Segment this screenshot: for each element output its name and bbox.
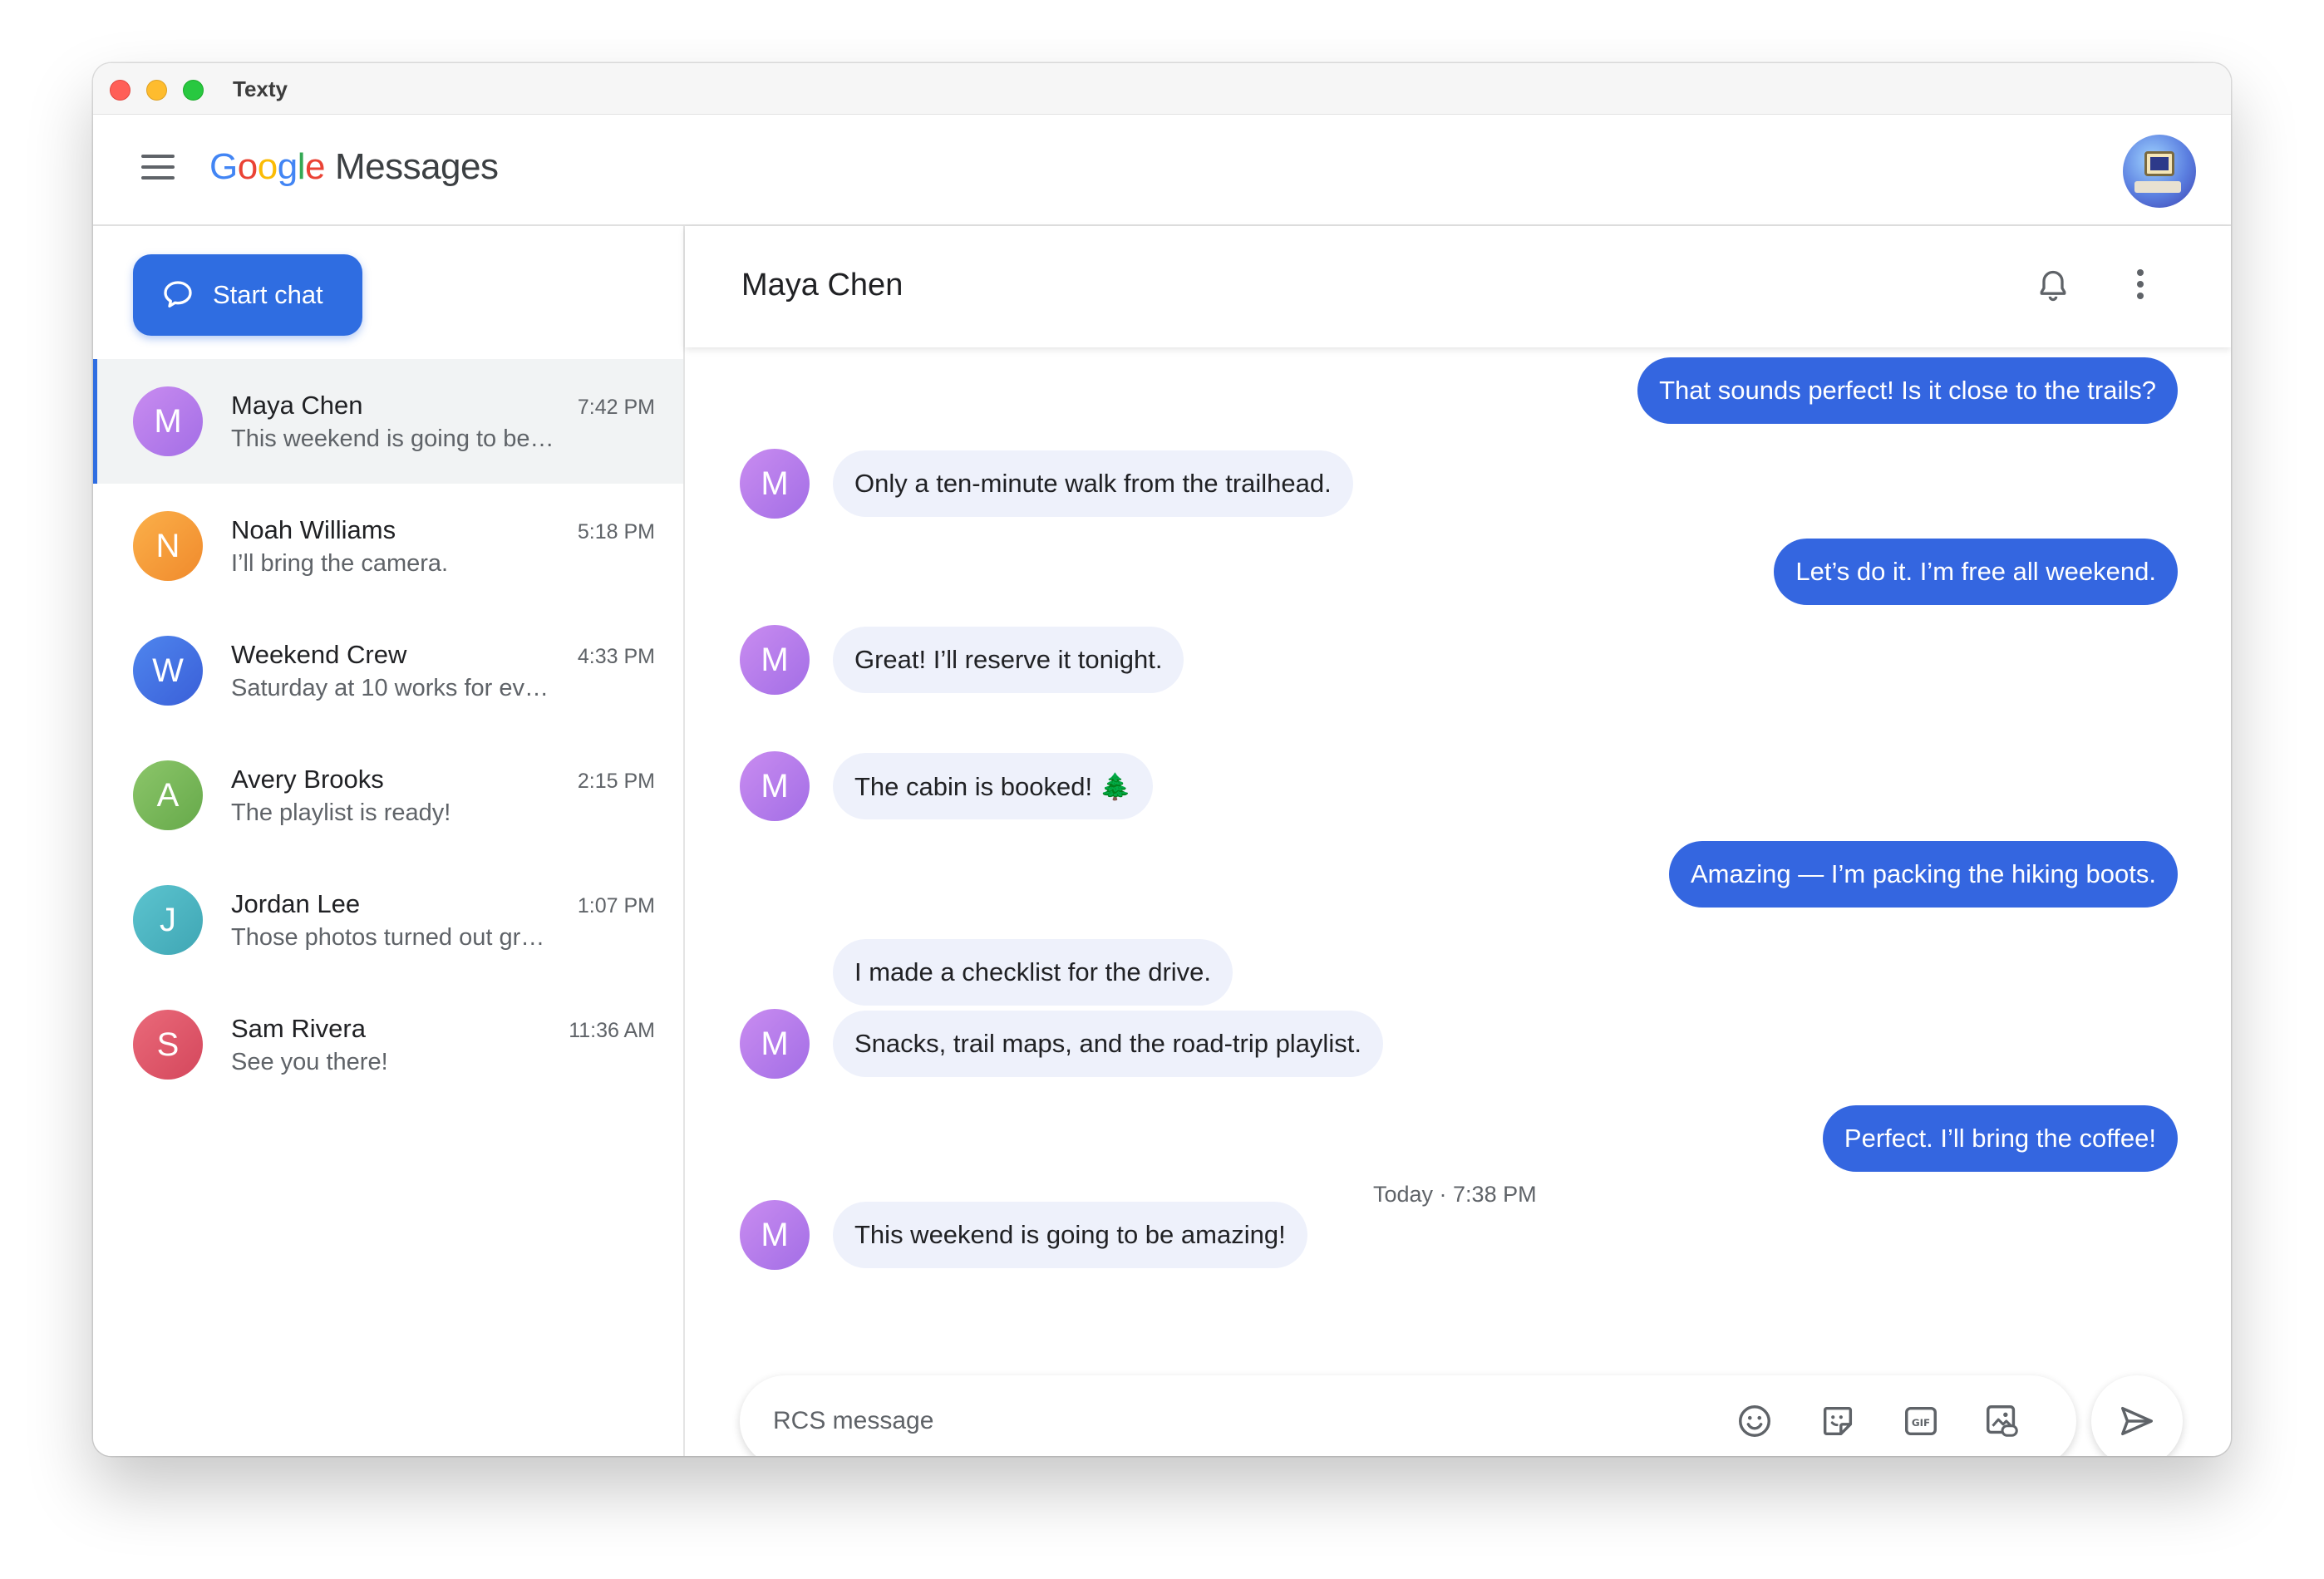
message-input[interactable] [773, 1399, 1654, 1444]
conversation-sidebar: Start chat M Maya Chen This weekend is g… [93, 226, 685, 1456]
conversation-name: Maya Chen [231, 391, 363, 420]
contact-avatar: M [740, 1200, 810, 1270]
incoming-message[interactable]: The cabin is booked! 🌲 [833, 753, 1154, 819]
incoming-message[interactable]: Snacks, trail maps, and the road-trip pl… [833, 1011, 1383, 1077]
conversation-item[interactable]: N Noah Williams I’ll bring the camera. 5… [93, 484, 683, 608]
conversation-preview: Saturday at 10 works for everyone. [231, 675, 557, 701]
conversation-preview: I’ll bring the camera. [231, 550, 449, 577]
outgoing-message[interactable]: That sounds perfect! Is it close to the … [1637, 357, 2178, 424]
send-icon [2121, 1406, 2153, 1436]
conversation-time: 2:15 PM [577, 770, 655, 793]
more-options-icon[interactable] [2134, 269, 2146, 303]
conversation-preview: This weekend is going to be amazing! [231, 425, 557, 452]
gif-icon[interactable]: GIF [1902, 1402, 1940, 1440]
conversation-name: Weekend Crew [231, 640, 407, 669]
menu-icon[interactable] [141, 155, 176, 186]
chat-bubble-icon [164, 281, 192, 307]
conversation-time: 11:36 AM [569, 1019, 655, 1042]
app-window: Texty Google Messages Start chat M Maya C… [93, 63, 2231, 1456]
start-chat-label: Start chat [213, 280, 323, 309]
incoming-message[interactable]: I made a checklist for the drive. [833, 939, 1233, 1006]
chat-pane: Maya Chen That sounds perfect! Is it clo… [685, 226, 2231, 1456]
app-logo: Google Messages [209, 146, 499, 187]
contact-avatar: M [740, 1009, 810, 1079]
avatar: M [133, 386, 203, 456]
message-timestamp: Today · 7:38 PM [1373, 1182, 1537, 1207]
sticker-icon[interactable] [1819, 1402, 1857, 1440]
svg-text:GIF: GIF [1912, 1417, 1930, 1429]
chat-title: Maya Chen [741, 268, 904, 303]
avatar: N [133, 511, 203, 581]
emoji-icon[interactable] [1736, 1402, 1774, 1440]
contact-avatar: M [740, 449, 810, 519]
title-bar: Texty [93, 63, 2231, 115]
conversation-preview: The playlist is ready! [231, 799, 451, 826]
close-window-button[interactable] [110, 80, 130, 101]
minimize-window-button[interactable] [146, 80, 167, 101]
outgoing-message[interactable]: Amazing — I’m packing the hiking boots. [1669, 841, 2178, 908]
conversation-item[interactable]: A Avery Brooks The playlist is ready! 2:… [93, 733, 683, 858]
window-title: Texty [233, 76, 288, 101]
conversation-name: Jordan Lee [231, 889, 361, 918]
incoming-message[interactable]: This weekend is going to be amazing! [833, 1202, 1307, 1268]
incoming-message[interactable]: Great! I’ll reserve it tonight. [833, 627, 1184, 693]
message-thread: That sounds perfect! Is it close to the … [685, 347, 2231, 1320]
profile-avatar[interactable] [2123, 135, 2196, 208]
avatar: A [133, 760, 203, 830]
conversation-time: 1:07 PM [577, 894, 655, 917]
gallery-icon[interactable] [1983, 1402, 2021, 1440]
zoom-window-button[interactable] [183, 80, 204, 101]
contact-avatar: M [740, 751, 810, 821]
conversation-time: 7:42 PM [577, 396, 655, 419]
contact-avatar: M [740, 625, 810, 695]
start-chat-button[interactable]: Start chat [133, 254, 362, 336]
conversation-item[interactable]: J Jordan Lee Those photos turned out gre… [93, 858, 683, 982]
app-header: Google Messages [93, 115, 2231, 226]
conversation-name: Noah Williams [231, 515, 396, 544]
incoming-message[interactable]: Only a ten-minute walk from the trailhea… [833, 450, 1353, 517]
message-composer: GIF [740, 1375, 2076, 1456]
conversation-time: 4:33 PM [577, 645, 655, 668]
conversation-time: 5:18 PM [577, 520, 655, 544]
chat-header: Maya Chen [685, 226, 2231, 347]
conversation-item[interactable]: M Maya Chen This weekend is going to be … [93, 359, 683, 484]
avatar: J [133, 885, 203, 955]
conversation-preview: Those photos turned out great! [231, 924, 557, 951]
conversation-list: M Maya Chen This weekend is going to be … [93, 359, 683, 1107]
send-button[interactable] [2091, 1375, 2183, 1456]
conversation-preview: See you there! [231, 1049, 388, 1075]
outgoing-message[interactable]: Perfect. I’ll bring the coffee! [1822, 1105, 2178, 1172]
conversation-item[interactable]: W Weekend Crew Saturday at 10 works for … [93, 608, 683, 733]
avatar: W [133, 636, 203, 706]
bell-icon[interactable] [2035, 268, 2071, 304]
outgoing-message[interactable]: Let’s do it. I’m free all weekend. [1774, 539, 2178, 605]
conversation-item[interactable]: S Sam Rivera See you there! 11:36 AM [93, 982, 683, 1107]
app-product-name: Messages [334, 146, 499, 187]
conversation-name: Sam Rivera [231, 1014, 366, 1043]
conversation-name: Avery Brooks [231, 765, 384, 794]
avatar: S [133, 1010, 203, 1080]
